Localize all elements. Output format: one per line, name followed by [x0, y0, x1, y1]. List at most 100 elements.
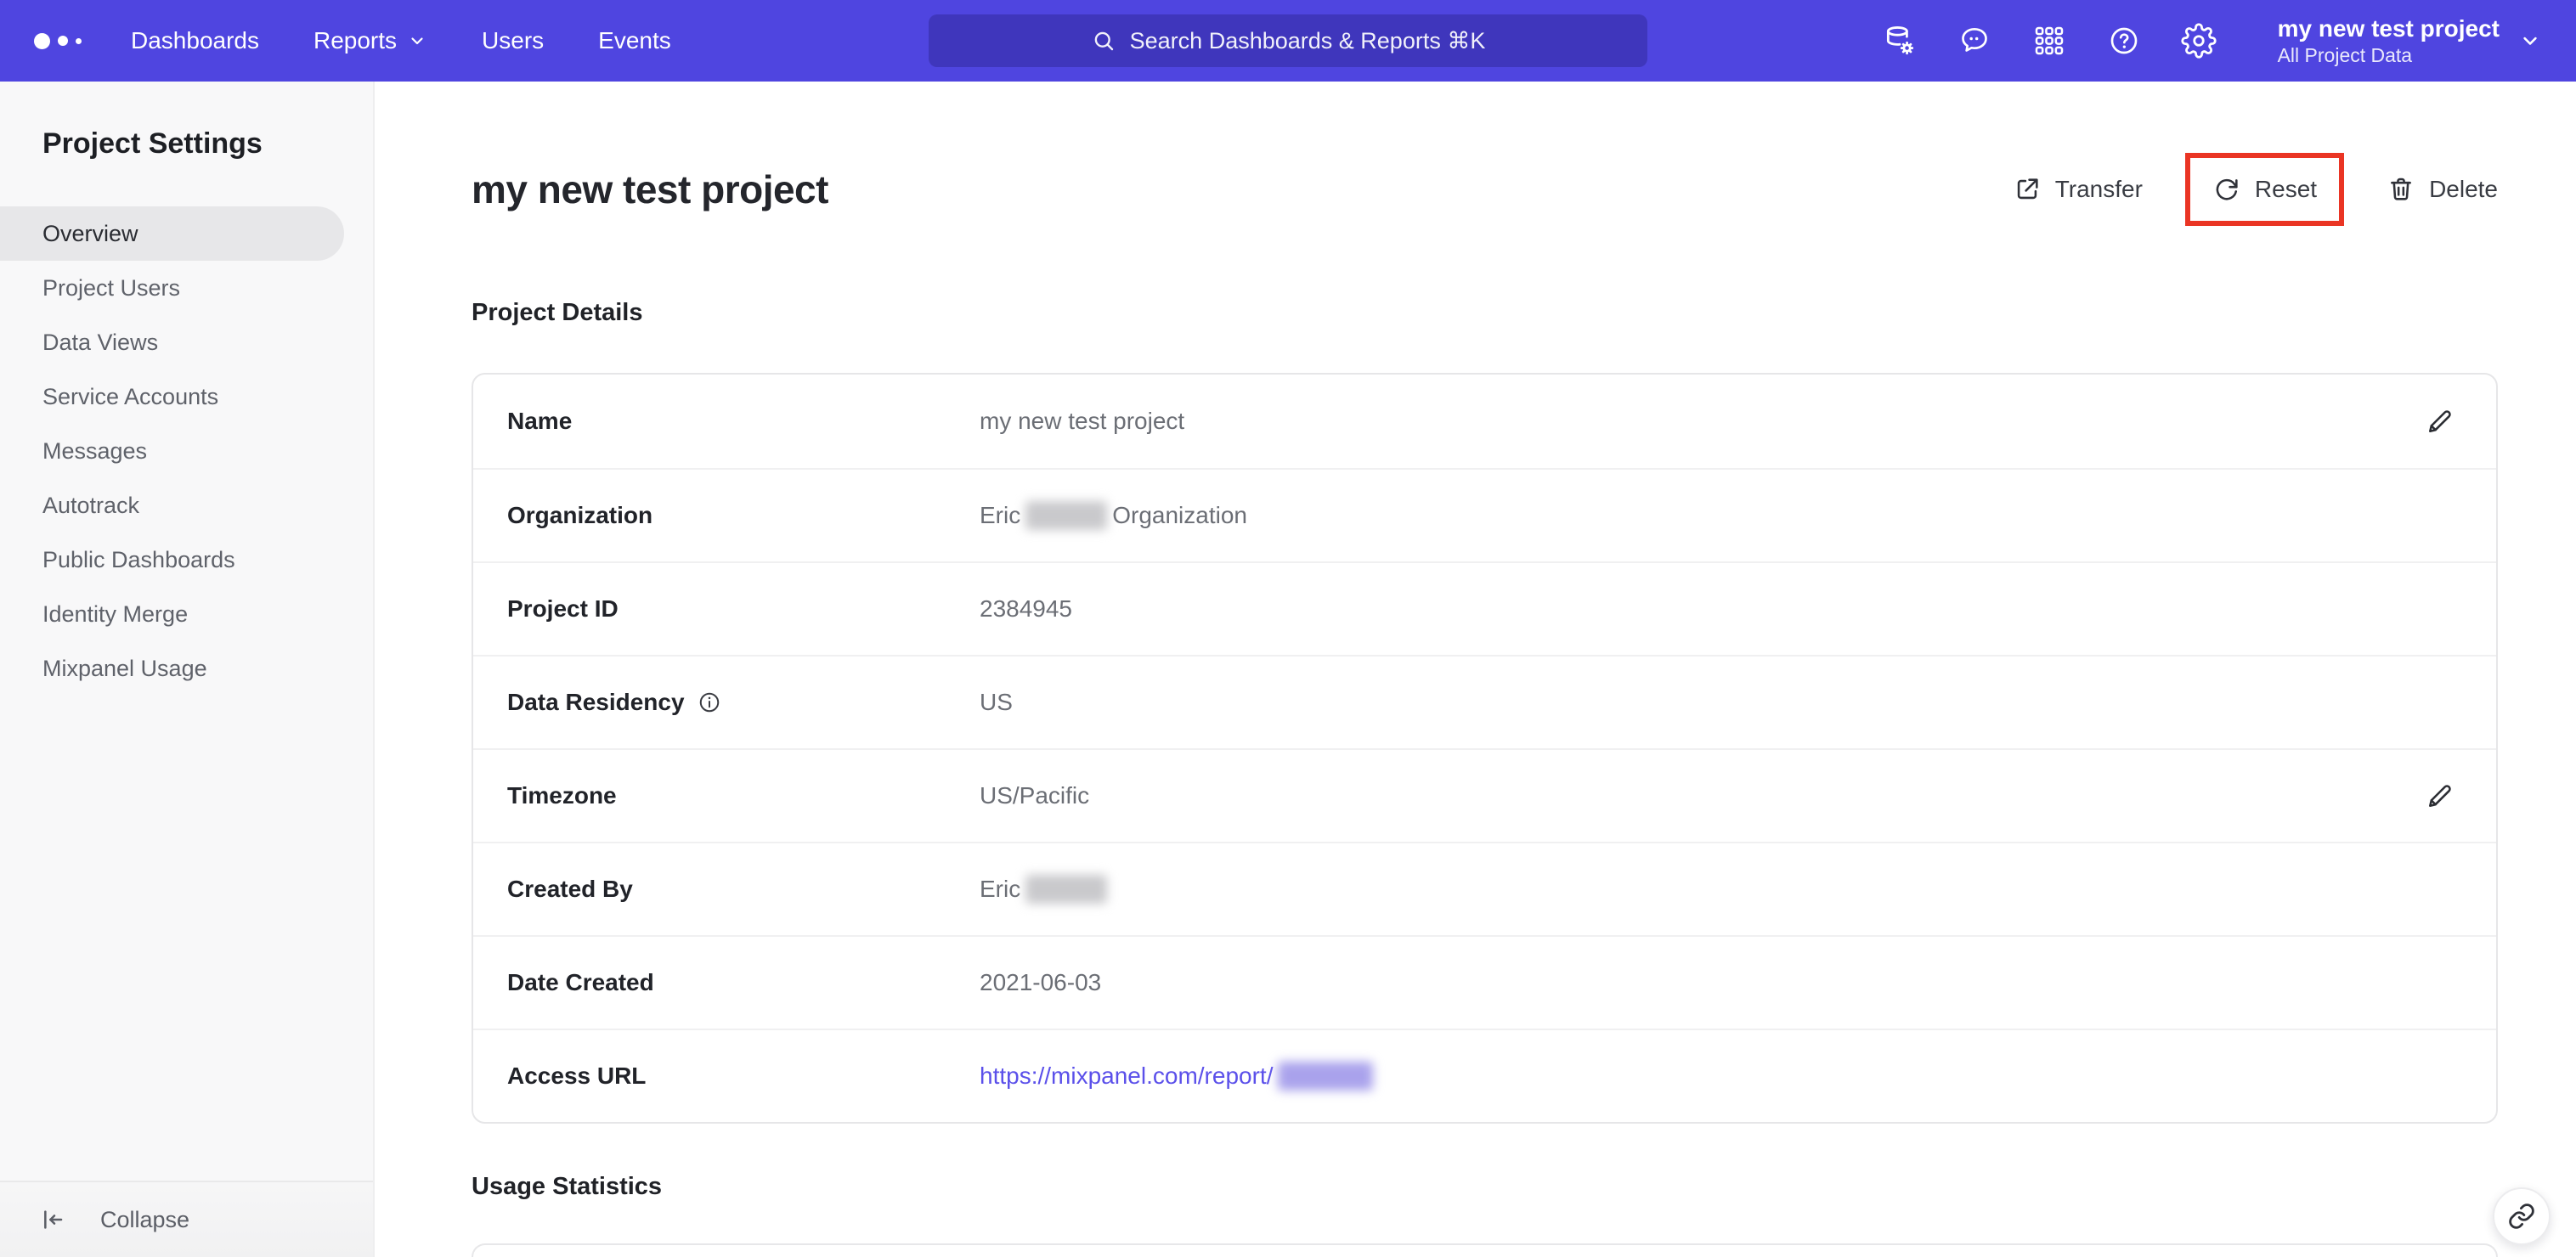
primary-nav: Dashboards Reports Users Events [131, 27, 671, 54]
row-value: Eric [980, 502, 1021, 528]
navbar-right-cluster: my new test project All Project Data [1882, 14, 2542, 68]
row-value: US/Pacific [980, 782, 1090, 809]
table-row-project-id: Project ID 2384945 [473, 561, 2496, 655]
sidebar-item-service-accounts[interactable]: Service Accounts [0, 369, 373, 424]
apps-grid-button[interactable] [2031, 23, 2067, 59]
sidebar-item-label: Identity Merge [42, 600, 189, 627]
sidebar-item-project-users[interactable]: Project Users [0, 261, 373, 315]
annotation-highlight-box: Reset [2184, 153, 2345, 226]
row-label: Data Residency [507, 689, 685, 715]
settings-icon [2180, 23, 2217, 59]
main-content: my new test project Transfer Reset Delet… [375, 82, 2576, 1257]
table-row-data-residency: Data Residency US [473, 655, 2496, 748]
search-placeholder: Search Dashboards & Reports ⌘K [1129, 27, 1486, 54]
sidebar-item-label: Autotrack [42, 492, 140, 518]
search-input[interactable]: Search Dashboards & Reports ⌘K [929, 14, 1647, 67]
feedback-button[interactable] [1957, 23, 1992, 59]
row-label: Timezone [507, 782, 617, 809]
project-actions: Transfer Reset Delete [2013, 153, 2498, 226]
sidebar-item-overview[interactable]: Overview [0, 206, 344, 261]
nav-item-label: Events [598, 27, 671, 54]
row-value: US [980, 689, 1013, 715]
row-value: Organization [1112, 502, 1247, 528]
nav-item-dashboards[interactable]: Dashboards [131, 27, 259, 54]
row-label: Access URL [507, 1063, 647, 1089]
table-row-name: Name my new test project [473, 375, 2496, 468]
chevron-down-icon [407, 31, 427, 51]
sidebar-item-label: Messages [42, 437, 148, 464]
row-label: Project ID [507, 595, 619, 622]
nav-item-reports[interactable]: Reports [314, 27, 427, 54]
sidebar-nav: Overview Project Users Data Views Servic… [0, 206, 373, 696]
delete-button[interactable]: Delete [2387, 175, 2498, 204]
sidebar-item-data-views[interactable]: Data Views [0, 315, 373, 369]
nav-item-label: Users [482, 27, 545, 54]
trash-icon [2387, 175, 2415, 204]
edit-timezone-button[interactable] [2425, 781, 2455, 811]
reset-icon [2212, 175, 2241, 204]
edit-name-button[interactable] [2425, 406, 2455, 437]
chevron-down-icon [2518, 29, 2542, 53]
current-project-name: my new test project [2277, 15, 2500, 42]
sidebar-item-label: Project Users [42, 274, 181, 301]
link-icon [2507, 1202, 2536, 1231]
reset-button[interactable]: Reset [2212, 175, 2317, 204]
sidebar-item-label: Mixpanel Usage [42, 655, 207, 681]
sidebar-item-messages[interactable]: Messages [0, 424, 373, 478]
redacted-text [1025, 501, 1108, 530]
sidebar-item-mixpanel-usage[interactable]: Mixpanel Usage [0, 641, 373, 696]
transfer-label: Transfer [2054, 176, 2143, 202]
settings-button[interactable] [2180, 23, 2217, 59]
help-icon [2107, 24, 2141, 58]
copy-link-button[interactable] [2493, 1187, 2551, 1245]
sidebar-title: Project Settings [42, 127, 263, 160]
settings-sidebar: Project Settings Overview Project Users … [0, 82, 375, 1257]
row-label: Name [507, 408, 573, 434]
sidebar-item-label: Data Views [42, 329, 159, 355]
table-row-access-url: Access URL https://mixpanel.com/report/ [473, 1029, 2496, 1122]
data-management-button[interactable] [1882, 23, 1918, 59]
collapse-label: Collapse [100, 1206, 190, 1232]
row-value: Eric [980, 876, 1021, 902]
table-row-date-created: Date Created 2021-06-03 [473, 935, 2496, 1029]
sidebar-item-autotrack[interactable]: Autotrack [0, 478, 373, 533]
page-title: my new test project [472, 167, 828, 211]
mixpanel-logo-icon[interactable] [34, 32, 82, 49]
row-value: my new test project [980, 408, 1185, 434]
usage-statistics-card [472, 1243, 2498, 1257]
table-row-organization: Organization Eric Organization [473, 468, 2496, 561]
help-button[interactable] [2106, 23, 2142, 59]
nav-item-label: Reports [313, 27, 398, 54]
row-label: Date Created [507, 969, 654, 995]
transfer-icon [2013, 175, 2042, 204]
row-label: Organization [507, 502, 653, 528]
row-label: Created By [507, 876, 633, 902]
redacted-text [1278, 1062, 1374, 1091]
delete-label: Delete [2429, 176, 2498, 202]
info-icon[interactable] [697, 690, 722, 715]
apps-grid-icon [2032, 24, 2066, 58]
project-details-card: Name my new test project Organization Er… [472, 373, 2498, 1124]
table-row-timezone: Timezone US/Pacific [473, 748, 2496, 842]
table-row-created-by: Created By Eric [473, 842, 2496, 935]
pencil-icon [2425, 406, 2455, 437]
feedback-icon [1957, 24, 1991, 58]
access-url-link[interactable]: https://mixpanel.com/report/ [980, 1063, 1273, 1090]
sidebar-item-label: Public Dashboards [42, 546, 235, 572]
row-value: 2021-06-03 [980, 969, 1102, 995]
current-project-scope: All Project Data [2277, 44, 2413, 67]
reset-label: Reset [2254, 176, 2318, 202]
pencil-icon [2425, 781, 2455, 811]
sidebar-item-label: Service Accounts [42, 383, 219, 409]
usage-statistics-title: Usage Statistics [472, 1173, 663, 1200]
transfer-button[interactable]: Transfer [2013, 175, 2143, 204]
project-switcher[interactable]: my new test project All Project Data [2278, 14, 2542, 68]
collapse-sidebar-button[interactable]: Collapse [0, 1181, 373, 1257]
nav-item-events[interactable]: Events [598, 27, 671, 54]
search-icon [1091, 28, 1116, 54]
nav-item-users[interactable]: Users [482, 27, 544, 54]
sidebar-item-public-dashboards[interactable]: Public Dashboards [0, 533, 373, 587]
project-details-title: Project Details [472, 299, 643, 326]
sidebar-item-identity-merge[interactable]: Identity Merge [0, 587, 373, 641]
top-navbar: Dashboards Reports Users Events Search D… [0, 0, 2576, 82]
